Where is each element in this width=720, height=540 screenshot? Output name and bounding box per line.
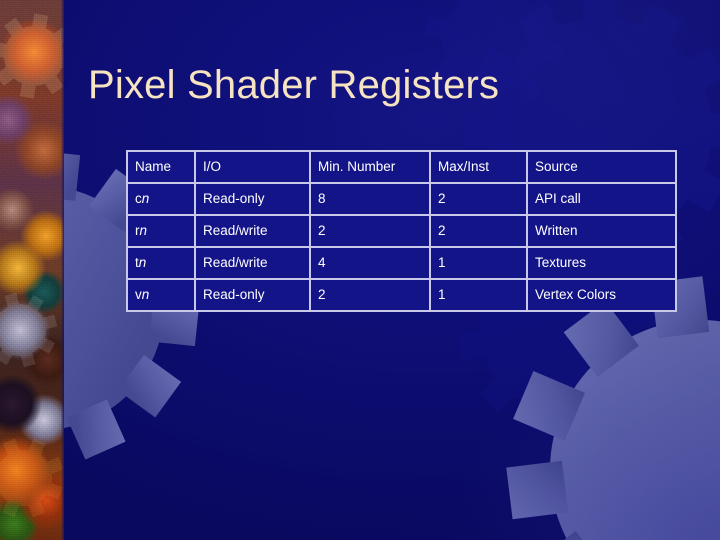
- cell-source: Textures: [528, 248, 675, 278]
- cell-io: Read-only: [196, 280, 309, 310]
- page-title: Pixel Shader Registers: [88, 63, 500, 107]
- cell-max-inst: 1: [431, 280, 526, 310]
- table-header-row: Name I/O Min. Number Max/Inst Source: [128, 152, 675, 182]
- cell-min-number: 8: [311, 184, 429, 214]
- slide: Pixel Shader Registers Name I/O Min. Num…: [0, 0, 720, 540]
- table-row: tn Read/write 4 1 Textures: [128, 248, 675, 278]
- cell-source: API call: [528, 184, 675, 214]
- cell-source: Written: [528, 216, 675, 246]
- register-name-suffix: n: [141, 190, 150, 206]
- cell-register-name: tn: [128, 248, 194, 278]
- column-header-io: I/O: [196, 152, 309, 182]
- register-name-prefix: v: [135, 286, 142, 302]
- register-name-suffix: n: [139, 222, 148, 238]
- left-band-edge: [61, 0, 64, 540]
- cell-min-number: 2: [311, 280, 429, 310]
- cell-register-name: rn: [128, 216, 194, 246]
- cell-max-inst: 2: [431, 216, 526, 246]
- cell-max-inst: 2: [431, 184, 526, 214]
- table-row: cn Read-only 8 2 API call: [128, 184, 675, 214]
- register-name-prefix: c: [135, 190, 142, 206]
- column-header-max-inst: Max/Inst: [431, 152, 526, 182]
- table-row: rn Read/write 2 2 Written: [128, 216, 675, 246]
- column-header-min-number: Min. Number: [311, 152, 429, 182]
- cell-register-name: cn: [128, 184, 194, 214]
- cell-io: Read/write: [196, 248, 309, 278]
- left-band-grain: [0, 0, 64, 540]
- cell-min-number: 2: [311, 216, 429, 246]
- register-name-suffix: n: [141, 286, 150, 302]
- left-texture-band: [0, 0, 64, 540]
- cell-register-name: vn: [128, 280, 194, 310]
- registers-table: Name I/O Min. Number Max/Inst Source cn …: [126, 150, 677, 312]
- cell-min-number: 4: [311, 248, 429, 278]
- cell-io: Read/write: [196, 216, 309, 246]
- registers-table-container: Name I/O Min. Number Max/Inst Source cn …: [126, 150, 677, 312]
- column-header-source: Source: [528, 152, 675, 182]
- cell-max-inst: 1: [431, 248, 526, 278]
- table-row: vn Read-only 2 1 Vertex Colors: [128, 280, 675, 310]
- register-name-suffix: n: [138, 254, 147, 270]
- column-header-name: Name: [128, 152, 194, 182]
- cell-source: Vertex Colors: [528, 280, 675, 310]
- cell-io: Read-only: [196, 184, 309, 214]
